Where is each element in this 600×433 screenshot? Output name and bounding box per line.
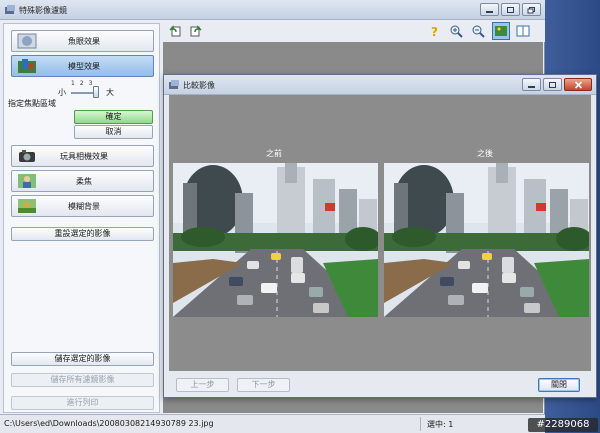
reset-selected-image-button[interactable]: 重設選定的影像 <box>11 227 154 241</box>
save-all-images-button[interactable]: 儲存所有濾鏡影像 <box>11 373 154 387</box>
minimize-button[interactable] <box>480 3 499 16</box>
main-titlebar: 特殊影像濾鏡 <box>0 0 545 20</box>
dialog-minimize-button[interactable] <box>522 78 541 91</box>
effects-panel: 魚眼效果 模型效果 小 123 大 指定焦點區域 確定 取消 玩具相機效果 柔焦… <box>3 23 160 413</box>
zoom-in-icon[interactable] <box>449 24 463 38</box>
before-image <box>173 163 378 317</box>
maximize-icon <box>549 81 556 88</box>
confirm-button[interactable]: 確定 <box>74 110 153 124</box>
focus-area-label: 指定焦點區域 <box>8 99 56 108</box>
selected-count: 選中: 1 <box>427 420 454 429</box>
svg-text:?: ? <box>431 25 438 38</box>
dialog-title: 比較影像 <box>183 81 215 90</box>
rotate-right-icon[interactable] <box>189 24 203 38</box>
slider-small-label: 小 <box>58 88 66 97</box>
close-dialog-button[interactable]: 關閉 <box>538 378 580 392</box>
help-icon[interactable]: ? <box>427 24 441 38</box>
miniature-icon <box>18 59 36 73</box>
single-view-icon[interactable] <box>492 22 510 40</box>
soft-focus-effect-button[interactable]: 柔焦 <box>11 170 154 192</box>
restore-icon <box>527 6 535 13</box>
dialog-app-icon <box>169 80 179 89</box>
window-title: 特殊影像濾鏡 <box>19 6 67 15</box>
dialog-footer: 上一步 下一步 關閉 <box>164 373 596 397</box>
after-label: 之後 <box>477 149 493 158</box>
image-toolbar: ? <box>162 20 545 42</box>
landscape-icon <box>18 199 36 213</box>
fisheye-effect-button[interactable]: 魚眼效果 <box>11 30 154 52</box>
compare-view-icon[interactable] <box>516 24 530 38</box>
restore-button[interactable] <box>522 3 541 16</box>
close-icon <box>574 80 582 89</box>
zoom-out-icon[interactable] <box>471 24 485 38</box>
maximize-button[interactable] <box>501 3 520 16</box>
fisheye-icon <box>17 33 37 49</box>
watermark: #2289068 <box>528 418 598 432</box>
dialog-titlebar: 比較影像 <box>164 75 596 95</box>
status-bar: C:\Users\ed\Downloads\20080308214930789 … <box>0 414 545 433</box>
compare-area: 之前 之後 <box>169 95 591 371</box>
minimize-icon <box>486 10 493 13</box>
save-selected-image-button[interactable]: 儲存選定的影像 <box>11 352 154 366</box>
rotate-left-icon[interactable] <box>168 24 182 38</box>
after-image <box>384 163 589 317</box>
dialog-maximize-button[interactable] <box>543 78 562 91</box>
compare-images-dialog: 比較影像 之前 之後 上一步 下一步 關閉 <box>163 74 597 398</box>
slider-big-label: 大 <box>106 88 114 97</box>
dialog-close-button[interactable] <box>564 78 592 91</box>
cancel-button[interactable]: 取消 <box>74 125 153 139</box>
minimize-icon <box>528 85 535 88</box>
print-button[interactable]: 進行列印 <box>11 396 154 410</box>
before-label: 之前 <box>266 149 282 158</box>
previous-step-button[interactable]: 上一步 <box>176 378 229 392</box>
slider-thumb[interactable] <box>93 86 99 98</box>
maximize-icon <box>507 6 514 13</box>
camera-icon <box>19 150 35 162</box>
next-step-button[interactable]: 下一步 <box>237 378 290 392</box>
status-separator <box>420 417 421 431</box>
miniature-effect-button[interactable]: 模型效果 <box>11 55 154 77</box>
toy-camera-effect-button[interactable]: 玩具相機效果 <box>11 145 154 167</box>
app-icon <box>5 5 15 14</box>
blur-background-effect-button[interactable]: 模糊背景 <box>11 195 154 217</box>
portrait-icon <box>18 174 36 188</box>
file-path: C:\Users\ed\Downloads\20080308214930789 … <box>4 419 214 428</box>
